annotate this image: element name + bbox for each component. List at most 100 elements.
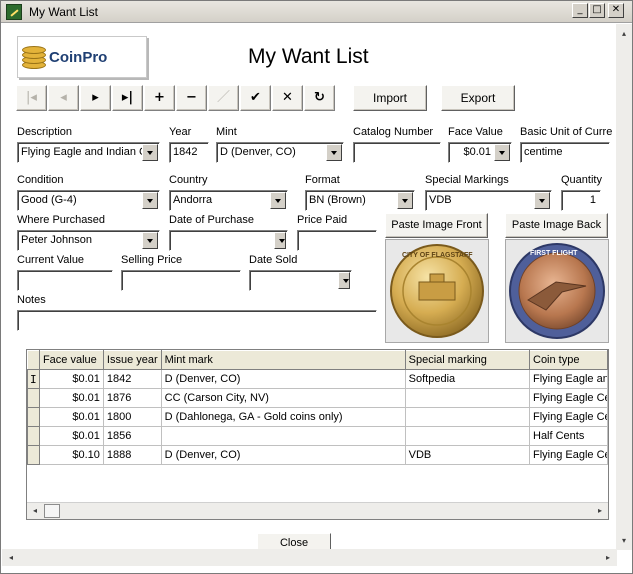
chevron-down-icon[interactable] bbox=[534, 192, 550, 209]
chevron-down-icon[interactable] bbox=[142, 144, 158, 161]
basic-unit-field[interactable]: centime bbox=[520, 142, 610, 163]
mint-combo[interactable]: D (Denver, CO) bbox=[216, 142, 344, 163]
cell-coin-type[interactable]: Flying Eagle Cen bbox=[529, 407, 608, 427]
catalog-number-field[interactable] bbox=[353, 142, 441, 163]
cell-issue-year[interactable]: 1842 bbox=[102, 369, 162, 389]
special-markings-combo[interactable]: VDB bbox=[425, 190, 552, 211]
date-sold-picker[interactable] bbox=[249, 270, 352, 291]
cell-face-value[interactable]: $0.10 bbox=[38, 445, 104, 465]
delete-record-button[interactable]: − bbox=[176, 85, 207, 111]
chevron-down-icon[interactable] bbox=[270, 192, 286, 209]
notes-field[interactable] bbox=[17, 310, 377, 331]
close-window-button[interactable]: ✕ bbox=[608, 3, 624, 18]
price-paid-field[interactable] bbox=[297, 230, 377, 251]
scroll-right-icon[interactable]: ▸ bbox=[593, 503, 607, 518]
cell-special-marking[interactable] bbox=[404, 388, 531, 408]
cell-coin-type[interactable]: Flying Eagle Cen bbox=[529, 388, 608, 408]
face-value-combo[interactable]: $0.01 bbox=[448, 142, 512, 163]
want-list-grid[interactable]: Face value Issue year Mint mark Special … bbox=[26, 349, 609, 520]
cell-mint-mark[interactable]: D (Dahlonega, GA - Gold coins only) bbox=[160, 407, 406, 427]
scroll-up-icon[interactable]: ▴ bbox=[617, 26, 631, 41]
scroll-right-icon[interactable]: ▸ bbox=[601, 550, 615, 565]
cell-special-marking[interactable] bbox=[404, 426, 531, 446]
scroll-left-icon[interactable]: ◂ bbox=[4, 550, 18, 565]
paste-image-back-button[interactable]: Paste Image Back bbox=[505, 213, 608, 238]
column-header-face-value[interactable]: Face value bbox=[38, 350, 104, 370]
format-combo[interactable]: BN (Brown) bbox=[305, 190, 415, 211]
table-row[interactable]: $0.01 1856 Half Cents bbox=[27, 426, 608, 446]
coin-front-image[interactable]: CITY OF FLAGSTAFF bbox=[385, 239, 489, 343]
last-record-button[interactable]: ▸| bbox=[112, 85, 143, 111]
row-indicator[interactable] bbox=[27, 407, 40, 427]
date-of-purchase-picker[interactable] bbox=[169, 230, 288, 251]
chevron-down-icon[interactable] bbox=[326, 144, 342, 161]
calendar-dropdown-icon[interactable] bbox=[338, 272, 350, 289]
where-purchased-combo[interactable]: Peter Johnson bbox=[17, 230, 160, 251]
scroll-thumb[interactable] bbox=[44, 504, 60, 518]
coin-back-image[interactable]: FIRST FLIGHT bbox=[505, 239, 609, 343]
cell-mint-mark[interactable]: D (Denver, CO) bbox=[160, 445, 406, 465]
cell-face-value[interactable]: $0.01 bbox=[38, 369, 104, 389]
chevron-down-icon[interactable] bbox=[494, 144, 510, 161]
next-record-button[interactable]: ▸ bbox=[80, 85, 111, 111]
table-row[interactable]: I $0.01 1842 D (Denver, CO) Softpedia Fl… bbox=[27, 369, 608, 389]
refresh-button[interactable]: ↻ bbox=[304, 85, 335, 111]
table-row[interactable]: $0.10 1888 D (Denver, CO) VDB Flying Eag… bbox=[27, 445, 608, 465]
column-header-mint-mark[interactable]: Mint mark bbox=[160, 350, 406, 370]
chevron-down-icon[interactable] bbox=[142, 232, 158, 249]
prior-record-button[interactable]: ◂ bbox=[48, 85, 79, 111]
table-row[interactable]: $0.01 1876 CC (Carson City, NV) Flying E… bbox=[27, 388, 608, 408]
column-header-issue-year[interactable]: Issue year bbox=[102, 350, 162, 370]
column-header-coin-type[interactable]: Coin type bbox=[529, 350, 608, 370]
cell-face-value[interactable]: $0.01 bbox=[38, 388, 104, 408]
calendar-dropdown-icon[interactable] bbox=[274, 232, 286, 249]
chevron-down-icon[interactable] bbox=[397, 192, 413, 209]
cell-mint-mark[interactable]: D (Denver, CO) bbox=[160, 369, 406, 389]
country-combo[interactable]: Andorra bbox=[169, 190, 288, 211]
cell-coin-type[interactable]: Flying Eagle and bbox=[529, 369, 608, 389]
first-record-button[interactable]: |◂ bbox=[16, 85, 47, 111]
cell-coin-type[interactable]: Half Cents bbox=[529, 426, 608, 446]
cell-issue-year[interactable]: 1876 bbox=[102, 388, 162, 408]
paste-image-front-button[interactable]: Paste Image Front bbox=[385, 213, 488, 238]
cell-mint-mark[interactable]: CC (Carson City, NV) bbox=[160, 388, 406, 408]
description-combo[interactable]: Flying Eagle and Indian Ce bbox=[17, 142, 160, 163]
add-record-button[interactable]: + bbox=[144, 85, 175, 111]
scroll-left-icon[interactable]: ◂ bbox=[28, 503, 42, 518]
grid-horizontal-scrollbar[interactable]: ◂ ▸ bbox=[27, 502, 608, 519]
chevron-down-icon[interactable] bbox=[142, 192, 158, 209]
row-indicator[interactable] bbox=[27, 445, 40, 465]
cell-issue-year[interactable]: 1888 bbox=[102, 445, 162, 465]
cell-face-value[interactable]: $0.01 bbox=[38, 407, 104, 427]
import-button[interactable]: Import bbox=[353, 85, 427, 111]
cell-special-marking[interactable] bbox=[404, 407, 531, 427]
scroll-down-icon[interactable]: ▾ bbox=[617, 533, 631, 548]
title-bar[interactable]: My Want List _ □ ✕ bbox=[1, 1, 632, 23]
row-indicator[interactable] bbox=[27, 426, 40, 446]
window-horizontal-scrollbar[interactable]: ◂ ▸ bbox=[2, 549, 617, 566]
grid-header-row: Face value Issue year Mint mark Special … bbox=[27, 350, 608, 370]
row-indicator-icon[interactable]: I bbox=[27, 369, 40, 389]
window-vertical-scrollbar[interactable]: ▴ ▾ bbox=[616, 24, 632, 550]
cell-issue-year[interactable]: 1856 bbox=[102, 426, 162, 446]
edit-record-button[interactable]: ／ bbox=[208, 85, 239, 111]
current-value-field[interactable] bbox=[17, 270, 113, 291]
export-button[interactable]: Export bbox=[441, 85, 515, 111]
minimize-button[interactable]: _ bbox=[572, 3, 588, 18]
cell-special-marking[interactable]: Softpedia bbox=[404, 369, 531, 389]
selling-price-field[interactable] bbox=[121, 270, 241, 291]
cell-mint-mark[interactable] bbox=[160, 426, 406, 446]
cancel-edit-button[interactable]: ✕ bbox=[272, 85, 303, 111]
cell-coin-type[interactable]: Flying Eagle Cen bbox=[529, 445, 608, 465]
column-header-special-marking[interactable]: Special marking bbox=[404, 350, 531, 370]
cell-issue-year[interactable]: 1800 bbox=[102, 407, 162, 427]
year-field[interactable]: 1842 bbox=[169, 142, 209, 163]
quantity-field[interactable]: 1 bbox=[561, 190, 601, 211]
row-indicator[interactable] bbox=[27, 388, 40, 408]
condition-combo[interactable]: Good (G-4) bbox=[17, 190, 160, 211]
post-record-button[interactable]: ✔ bbox=[240, 85, 271, 111]
cell-special-marking[interactable]: VDB bbox=[404, 445, 531, 465]
cell-face-value[interactable]: $0.01 bbox=[38, 426, 104, 446]
maximize-button[interactable]: □ bbox=[589, 3, 605, 18]
table-row[interactable]: $0.01 1800 D (Dahlonega, GA - Gold coins… bbox=[27, 407, 608, 427]
